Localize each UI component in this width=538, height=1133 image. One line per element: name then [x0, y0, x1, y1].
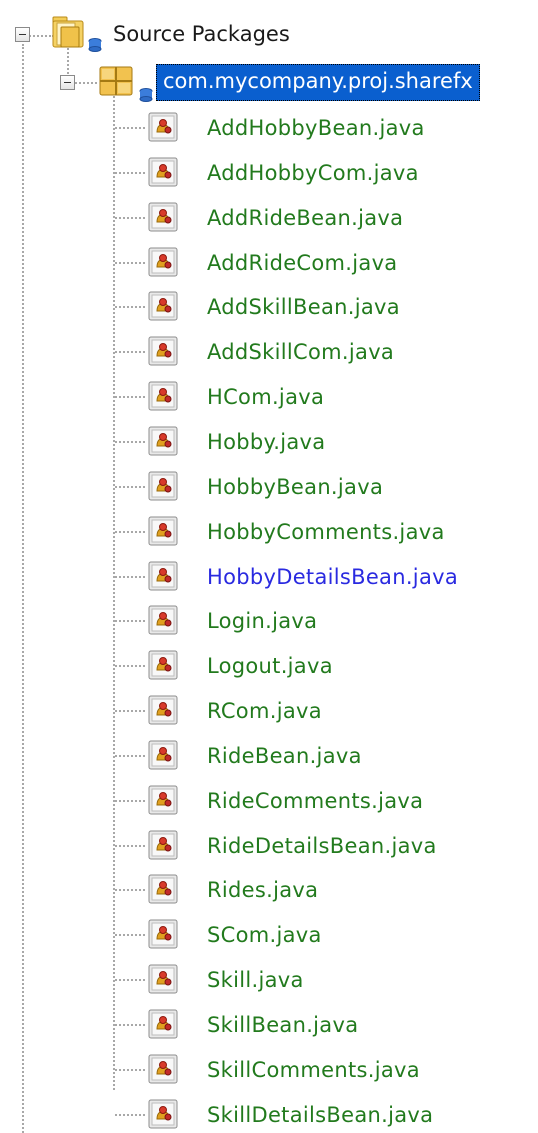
file-label: AddRideBean.java: [207, 206, 404, 230]
tree-guide-connector-file: [115, 576, 145, 578]
java-class-icon: [148, 247, 178, 277]
file-tree-item[interactable]: SkillComments.java: [0, 1047, 538, 1091]
collapse-toggle-source-packages[interactable]: [15, 27, 30, 42]
file-tree-item[interactable]: HobbyComments.java: [0, 509, 538, 553]
file-tree-item[interactable]: SkillDetailsBean.java: [0, 1092, 538, 1133]
java-class-icon: [148, 1054, 178, 1084]
tree-guide-connector-file: [115, 800, 145, 802]
tree-guide-connector-file: [115, 889, 145, 891]
java-class-icon: [148, 516, 178, 546]
file-label: SkillBean.java: [207, 1013, 359, 1037]
java-class-icon: [148, 112, 178, 142]
collapse-toggle-package[interactable]: [60, 75, 75, 90]
tree-guide-connector-file: [115, 127, 145, 129]
file-label: Hobby.java: [207, 430, 326, 454]
file-tree-item[interactable]: HobbyBean.java: [0, 464, 538, 508]
file-tree-item[interactable]: Skill.java: [0, 957, 538, 1001]
file-tree-item[interactable]: HCom.java: [0, 374, 538, 418]
file-label: AddSkillBean.java: [207, 295, 400, 319]
java-class-icon: [148, 605, 178, 635]
file-label: AddHobbyCom.java: [207, 161, 419, 185]
file-label: RideComments.java: [207, 789, 424, 813]
tree-guide-connector-file: [115, 665, 145, 667]
file-tree-item[interactable]: RideComments.java: [0, 778, 538, 822]
file-label: RideDetailsBean.java: [207, 834, 437, 858]
java-class-icon: [148, 202, 178, 232]
file-label: Login.java: [207, 609, 318, 633]
java-class-icon: [148, 830, 178, 860]
tree-guide-connector-file: [115, 934, 145, 936]
tree-guide-connector-file: [115, 531, 145, 533]
file-label: HCom.java: [207, 385, 325, 409]
java-class-icon: [148, 157, 178, 187]
tree-guide-connector-file: [115, 1024, 145, 1026]
tree-guide-connector-file: [115, 1114, 145, 1116]
java-class-icon: [148, 291, 178, 321]
tree-guide-connector-file: [115, 486, 145, 488]
file-label: RCom.java: [207, 699, 322, 723]
java-class-icon: [148, 426, 178, 456]
source-packages-label: Source Packages: [113, 22, 290, 46]
file-tree-item[interactable]: RCom.java: [0, 688, 538, 732]
tree-guide-connector-file: [115, 217, 145, 219]
tree-guide-connector-file: [115, 1069, 145, 1071]
tree-guide-connector-file: [115, 306, 145, 308]
file-tree-item[interactable]: HobbyDetailsBean.java: [0, 554, 538, 598]
tree-guide-connector-file: [115, 979, 145, 981]
file-label: HobbyBean.java: [207, 475, 384, 499]
file-tree-item[interactable]: AddHobbyBean.java: [0, 105, 538, 149]
file-tree-item[interactable]: RideBean.java: [0, 733, 538, 777]
tree-guide-connector-file: [115, 620, 145, 622]
tree-guide-connector-file: [115, 755, 145, 757]
java-class-icon: [148, 874, 178, 904]
java-class-icon: [148, 471, 178, 501]
file-tree-item[interactable]: AddHobbyCom.java: [0, 150, 538, 194]
file-tree-item[interactable]: AddSkillBean.java: [0, 284, 538, 328]
file-label: AddSkillCom.java: [207, 340, 395, 364]
file-tree-item[interactable]: Rides.java: [0, 867, 538, 911]
java-class-icon: [148, 561, 178, 591]
java-class-icon: [148, 336, 178, 366]
tree-guide-connector-file: [115, 351, 145, 353]
file-label: HobbyDetailsBean.java: [207, 565, 459, 589]
java-class-icon: [148, 785, 178, 815]
java-class-icon: [148, 1009, 178, 1039]
java-class-icon: [148, 919, 178, 949]
file-label: Skill.java: [207, 968, 304, 992]
file-tree-item[interactable]: RideDetailsBean.java: [0, 823, 538, 867]
file-label: RideBean.java: [207, 744, 362, 768]
tree-guide-connector-file: [115, 396, 145, 398]
java-class-icon: [148, 1099, 178, 1129]
file-tree-item[interactable]: Hobby.java: [0, 419, 538, 463]
file-tree-item[interactable]: SkillBean.java: [0, 1002, 538, 1046]
file-label: Logout.java: [207, 654, 333, 678]
file-tree-item[interactable]: Logout.java: [0, 643, 538, 687]
file-tree-item[interactable]: AddSkillCom.java: [0, 329, 538, 373]
package-label[interactable]: com.mycompany.proj.sharefx: [156, 64, 480, 101]
file-label: AddRideCom.java: [207, 251, 398, 275]
file-tree-item[interactable]: Login.java: [0, 598, 538, 642]
file-label: Rides.java: [207, 878, 319, 902]
java-class-icon: [148, 381, 178, 411]
file-label: SkillComments.java: [207, 1058, 420, 1082]
file-tree-item[interactable]: SCom.java: [0, 912, 538, 956]
file-tree-item[interactable]: AddRideBean.java: [0, 195, 538, 239]
tree-guide-connector-file: [115, 172, 145, 174]
java-class-icon: [148, 740, 178, 770]
tree-guide-connector-file: [115, 262, 145, 264]
file-tree-item[interactable]: AddRideCom.java: [0, 240, 538, 284]
source-packages-folder-icon: [52, 16, 102, 52]
java-class-icon: [148, 964, 178, 994]
java-class-icon: [148, 650, 178, 680]
file-label: AddHobbyBean.java: [207, 116, 425, 140]
java-class-icon: [148, 695, 178, 725]
file-label: SkillDetailsBean.java: [207, 1103, 434, 1127]
file-label: HobbyComments.java: [207, 520, 445, 544]
java-package-icon: [99, 66, 153, 102]
file-label: SCom.java: [207, 923, 322, 947]
tree-guide-connector-file: [115, 441, 145, 443]
tree-guide-connector-file: [115, 710, 145, 712]
tree-guide-connector-file: [115, 845, 145, 847]
